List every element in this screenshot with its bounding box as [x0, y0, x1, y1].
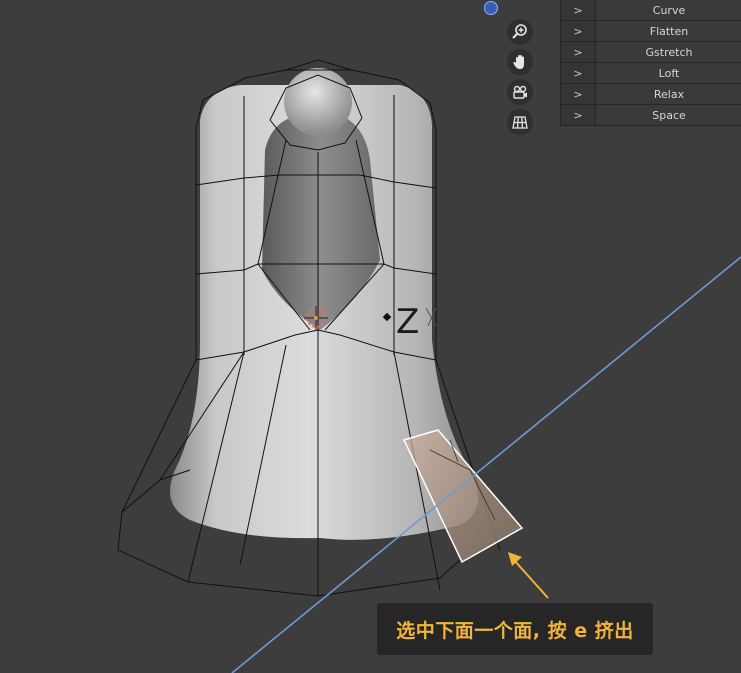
panel-item-label[interactable]: Gstretch	[596, 42, 741, 62]
chevron-right-icon[interactable]: >	[561, 63, 596, 83]
chevron-right-icon[interactable]: >	[561, 21, 596, 41]
panel-item-label[interactable]: Relax	[596, 84, 741, 104]
chevron-right-icon[interactable]: >	[561, 42, 596, 62]
panel-item-space[interactable]: > Space	[561, 105, 741, 126]
chevron-right-icon[interactable]: >	[561, 84, 596, 104]
panel-item-loft[interactable]: > Loft	[561, 63, 741, 84]
3d-viewport[interactable]: Z > Curve > Flatten > Gstretch > Loft > …	[0, 0, 741, 673]
panel-item-curve[interactable]: > Curve	[561, 0, 741, 21]
panel-item-label[interactable]: Loft	[596, 63, 741, 83]
tool-panel: > Curve > Flatten > Gstretch > Loft > Re…	[560, 0, 741, 126]
chevron-right-icon[interactable]: >	[561, 105, 596, 125]
grid-icon[interactable]	[507, 109, 533, 135]
panel-item-label[interactable]: Space	[596, 105, 741, 125]
panel-item-label[interactable]: Curve	[596, 0, 741, 20]
camera-icon[interactable]	[507, 79, 533, 105]
axis-z-label: Z	[396, 302, 419, 342]
zoom-icon[interactable]	[507, 19, 533, 45]
chevron-right-icon[interactable]: >	[561, 0, 596, 20]
callout-arrow	[508, 552, 549, 599]
panel-item-label[interactable]: Flatten	[596, 21, 741, 41]
annotation-callout: 选中下面一个面, 按 e 挤出	[377, 603, 653, 655]
panel-item-gstretch[interactable]: > Gstretch	[561, 42, 741, 63]
panel-item-flatten[interactable]: > Flatten	[561, 21, 741, 42]
bell-knob	[284, 68, 352, 136]
hand-icon[interactable]	[507, 49, 533, 75]
navigation-gizmo-dot[interactable]	[484, 1, 498, 15]
panel-item-relax[interactable]: > Relax	[561, 84, 741, 105]
